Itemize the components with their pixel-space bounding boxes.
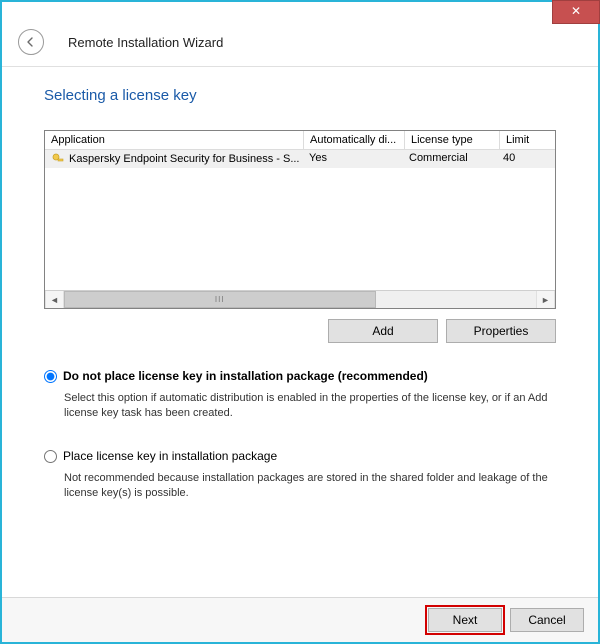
scroll-track[interactable]: III: [64, 291, 536, 308]
add-button[interactable]: Add: [328, 319, 438, 343]
window-title: Remote Installation Wizard: [68, 35, 223, 50]
close-icon: ✕: [571, 4, 581, 18]
properties-button[interactable]: Properties: [446, 319, 556, 343]
radio-dont-place[interactable]: [44, 370, 57, 383]
option-dont-place[interactable]: Do not place license key in installation…: [44, 369, 556, 383]
option-dont-place-label: Do not place license key in installation…: [63, 369, 428, 383]
scroll-thumb[interactable]: III: [64, 291, 376, 308]
footer: Next Cancel: [2, 597, 598, 642]
col-header-limit[interactable]: Limit: [500, 131, 555, 149]
option-place-block: Place license key in installation packag…: [44, 449, 556, 501]
cell-auto: Yes: [303, 150, 403, 168]
titlebar: ✕: [2, 2, 598, 28]
arrow-left-icon: [25, 36, 37, 48]
cell-license-type: Commercial: [403, 150, 497, 168]
radio-place[interactable]: [44, 450, 57, 463]
cancel-button[interactable]: Cancel: [510, 608, 584, 632]
option-place[interactable]: Place license key in installation packag…: [44, 449, 556, 463]
content-area: Selecting a license key Application Auto…: [2, 67, 598, 597]
cell-limit: 40: [497, 150, 555, 168]
option-place-desc: Not recommended because installation pac…: [64, 471, 556, 501]
scroll-left-arrow-icon[interactable]: ◄: [45, 291, 64, 308]
cell-application: Kaspersky Endpoint Security for Business…: [69, 153, 300, 165]
col-header-application[interactable]: Application: [45, 131, 304, 149]
table-row[interactable]: Kaspersky Endpoint Security for Business…: [45, 150, 555, 168]
horizontal-scrollbar[interactable]: ◄ III ►: [45, 290, 555, 308]
scroll-right-arrow-icon[interactable]: ►: [536, 291, 555, 308]
option-dont-place-desc: Select this option if automatic distribu…: [64, 391, 556, 421]
listview-button-row: Add Properties: [44, 319, 556, 343]
license-listview[interactable]: Application Automatically di... License …: [44, 130, 556, 309]
listview-header: Application Automatically di... License …: [45, 131, 555, 150]
close-button[interactable]: ✕: [552, 0, 600, 24]
step-title: Selecting a license key: [44, 87, 556, 104]
listview-body: Kaspersky Endpoint Security for Business…: [45, 150, 555, 290]
next-button[interactable]: Next: [428, 608, 502, 632]
col-header-license-type[interactable]: License type: [405, 131, 500, 149]
col-header-auto[interactable]: Automatically di...: [304, 131, 405, 149]
option-dont-place-block: Do not place license key in installation…: [44, 369, 556, 421]
key-icon: [51, 152, 65, 166]
wizard-window: ✕ Remote Installation Wizard Selecting a…: [0, 0, 600, 644]
header-row: Remote Installation Wizard: [2, 28, 598, 64]
back-button[interactable]: [18, 29, 44, 55]
option-place-label: Place license key in installation packag…: [63, 449, 277, 463]
